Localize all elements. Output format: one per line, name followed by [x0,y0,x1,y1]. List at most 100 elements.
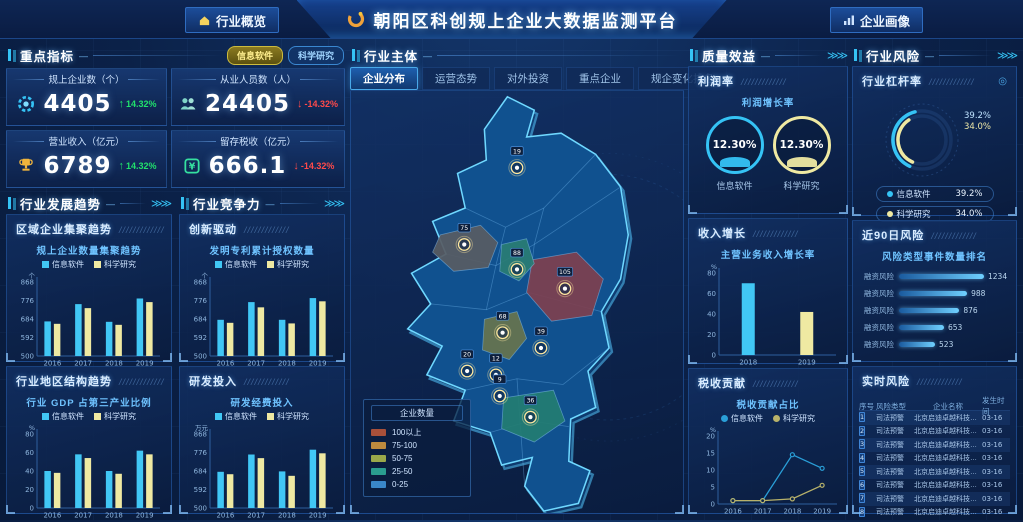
settings-icon[interactable]: ◎ [998,76,1007,87]
risk-more-link[interactable] [997,49,1016,62]
section-marker-icon [854,49,857,61]
legend-value: 34.0% [955,209,982,219]
svg-text:776: 776 [21,297,35,305]
svg-text:105: 105 [559,269,571,276]
kpi-title: 从业人员数（人） [220,72,296,86]
svg-text:40: 40 [707,311,716,319]
gauge-label: 科学研究 [783,179,819,192]
svg-text:%: % [29,424,35,432]
card-subtitle: 区域企业集聚趋势 [16,221,112,237]
svg-text:0: 0 [712,352,716,360]
legend-label: 75-100 [392,441,417,450]
svg-text:500: 500 [194,353,207,361]
card-subtitle: 行业杠杆率 [862,73,922,89]
svg-text:2017: 2017 [247,512,265,520]
chart-rd-investment: 研发经费投入信息软件科学研究500592684776868万元201620172… [180,392,344,521]
card-subtitle: 实时风险 [862,373,910,389]
quality-more-link[interactable] [827,49,846,62]
svg-text:39.2%: 39.2% [964,111,991,121]
gauge-science-research: 12.30% 科学研究 [773,116,831,192]
tab-key-enterprises[interactable]: 重点企业 [566,67,634,90]
svg-text:776: 776 [194,449,208,457]
kpi-cards: 规上企业数（个） 4405 ↑14.32% 从业人员数（人） 24405 ↓-1… [6,68,345,188]
svg-text:¥: ¥ [188,162,195,173]
chart-title: 利润增长率 [689,95,847,109]
chart-enterprise-agglomeration: 规上企业数量集聚趋势信息软件科学研究500592684776868个201620… [7,240,171,369]
risk-table-row: 8司法预警北京启迪卓越科技有限公司03-16 [859,506,1010,520]
profit-gauges: 12.30% 信息软件 12.30% 科学研究 [689,110,847,192]
section-title: 行业主体 [364,46,418,65]
tab-outbound-investment[interactable]: 对外投资 [494,67,562,90]
section-marker-icon [690,49,693,61]
svg-text:%: % [710,426,716,434]
legend-label: 0-25 [392,480,408,489]
svg-text:39: 39 [537,329,545,336]
kpi-delta: -14.32% [301,161,335,171]
tab-enterprise-distribution[interactable]: 企业分布 [350,67,418,90]
nav-left-label: 行业概览 [216,11,266,30]
section-marker-icon [181,197,184,209]
nav-enterprise-profile-button[interactable]: 企业画像 [830,7,923,33]
income-panel: 收入增长 主营业务收入增长率020406080%20182019 [688,218,848,364]
nav-industry-overview-button[interactable]: 行业概览 [185,7,279,33]
map-legend: 企业数量 100以上 75-100 50-75 25-50 0-25 [363,399,471,497]
svg-text:684: 684 [194,316,208,324]
kpi-value: 4405 [43,91,111,117]
svg-text:2019: 2019 [309,512,327,520]
down-arrow-icon: ↓ [297,98,303,110]
nav-right-label: 企业画像 [860,11,910,30]
svg-text:2017: 2017 [754,508,772,516]
risk-table-row: 5司法预警北京启迪卓越科技有限公司03-16 [859,465,1010,479]
risk-rank-row: 融资风险1234 [861,268,1008,285]
svg-text:36: 36 [526,398,534,405]
card-subtitle: 研发投入 [189,373,237,389]
svg-text:2018: 2018 [783,508,801,516]
svg-text:0: 0 [30,505,34,513]
risk-table-row: 4司法预警北京启迪卓越科技有限公司03-16 [859,452,1010,466]
svg-text:5: 5 [711,484,715,492]
gauge-wave [720,157,750,167]
card-subtitle: 近90日风险 [862,227,924,243]
tag-science-research[interactable]: 科学研究 [288,46,344,65]
chart-patents: 发明专利累计授权数量信息软件科学研究500592684776868个201620… [180,240,344,369]
kpi-title: 规上企业数（个） [48,72,124,86]
bar-chart-icon [843,14,855,26]
svg-text:500: 500 [194,505,207,513]
legend-label: 科学研究 [897,208,931,220]
legend-swatch [371,468,386,475]
svg-text:%: % [711,263,717,271]
risk-rank-row: 融资风险653 [861,319,1008,336]
section-title: 行业发展趋势 [20,194,101,213]
legend-value: 39.2% [955,189,982,199]
gauge-value: 12.30% [780,139,824,151]
svg-text:75: 75 [460,225,468,232]
leverage-legend: 信息软件 39.2% 科学研究 34.0% [853,186,1016,222]
legend-swatch [371,481,386,488]
trend-card-2: 行业地区结构趋势 行业 GDP 占第三产业比例信息软件科学研究020406080… [6,366,172,514]
card-subtitle: 行业地区结构趋势 [16,373,112,389]
svg-text:20: 20 [25,486,34,494]
trend-more-link[interactable] [151,197,170,210]
svg-text:684: 684 [21,316,35,324]
competition-card-2: 研发投入 研发经费投入信息软件科学研究500592684776868万元2016… [179,366,345,514]
kpi-card-employees: 从业人员数（人） 24405 ↓-14.32% [171,68,345,126]
svg-text:15: 15 [706,450,715,458]
kpi-delta: -14.32% [304,99,338,109]
tab-operation-status[interactable]: 运营态势 [422,67,490,90]
svg-text:592: 592 [194,486,207,494]
tax-icon: ¥ [182,156,202,176]
table-header: 序号 风险类型 企业名称 发生时间 [859,395,1010,411]
gauge-value: 12.30% [713,139,757,151]
up-arrow-icon: ↑ [118,98,124,110]
svg-text:592: 592 [21,334,34,342]
svg-text:2018: 2018 [278,512,296,520]
svg-text:2016: 2016 [43,512,61,520]
section-marker-icon [8,197,11,209]
risk-table-row: 7司法预警北京启迪卓越科技有限公司03-16 [859,492,1010,506]
svg-text:2017: 2017 [74,512,92,520]
risk-rank-row: 融资风险876 [861,302,1008,319]
competition-more-link[interactable] [324,197,343,210]
tag-info-software[interactable]: 信息软件 [227,46,283,65]
map-panel: 19758810568392012936 企业数量 100以上 75-100 5… [350,90,684,514]
quality-section-header: 质量效益 [690,46,846,64]
